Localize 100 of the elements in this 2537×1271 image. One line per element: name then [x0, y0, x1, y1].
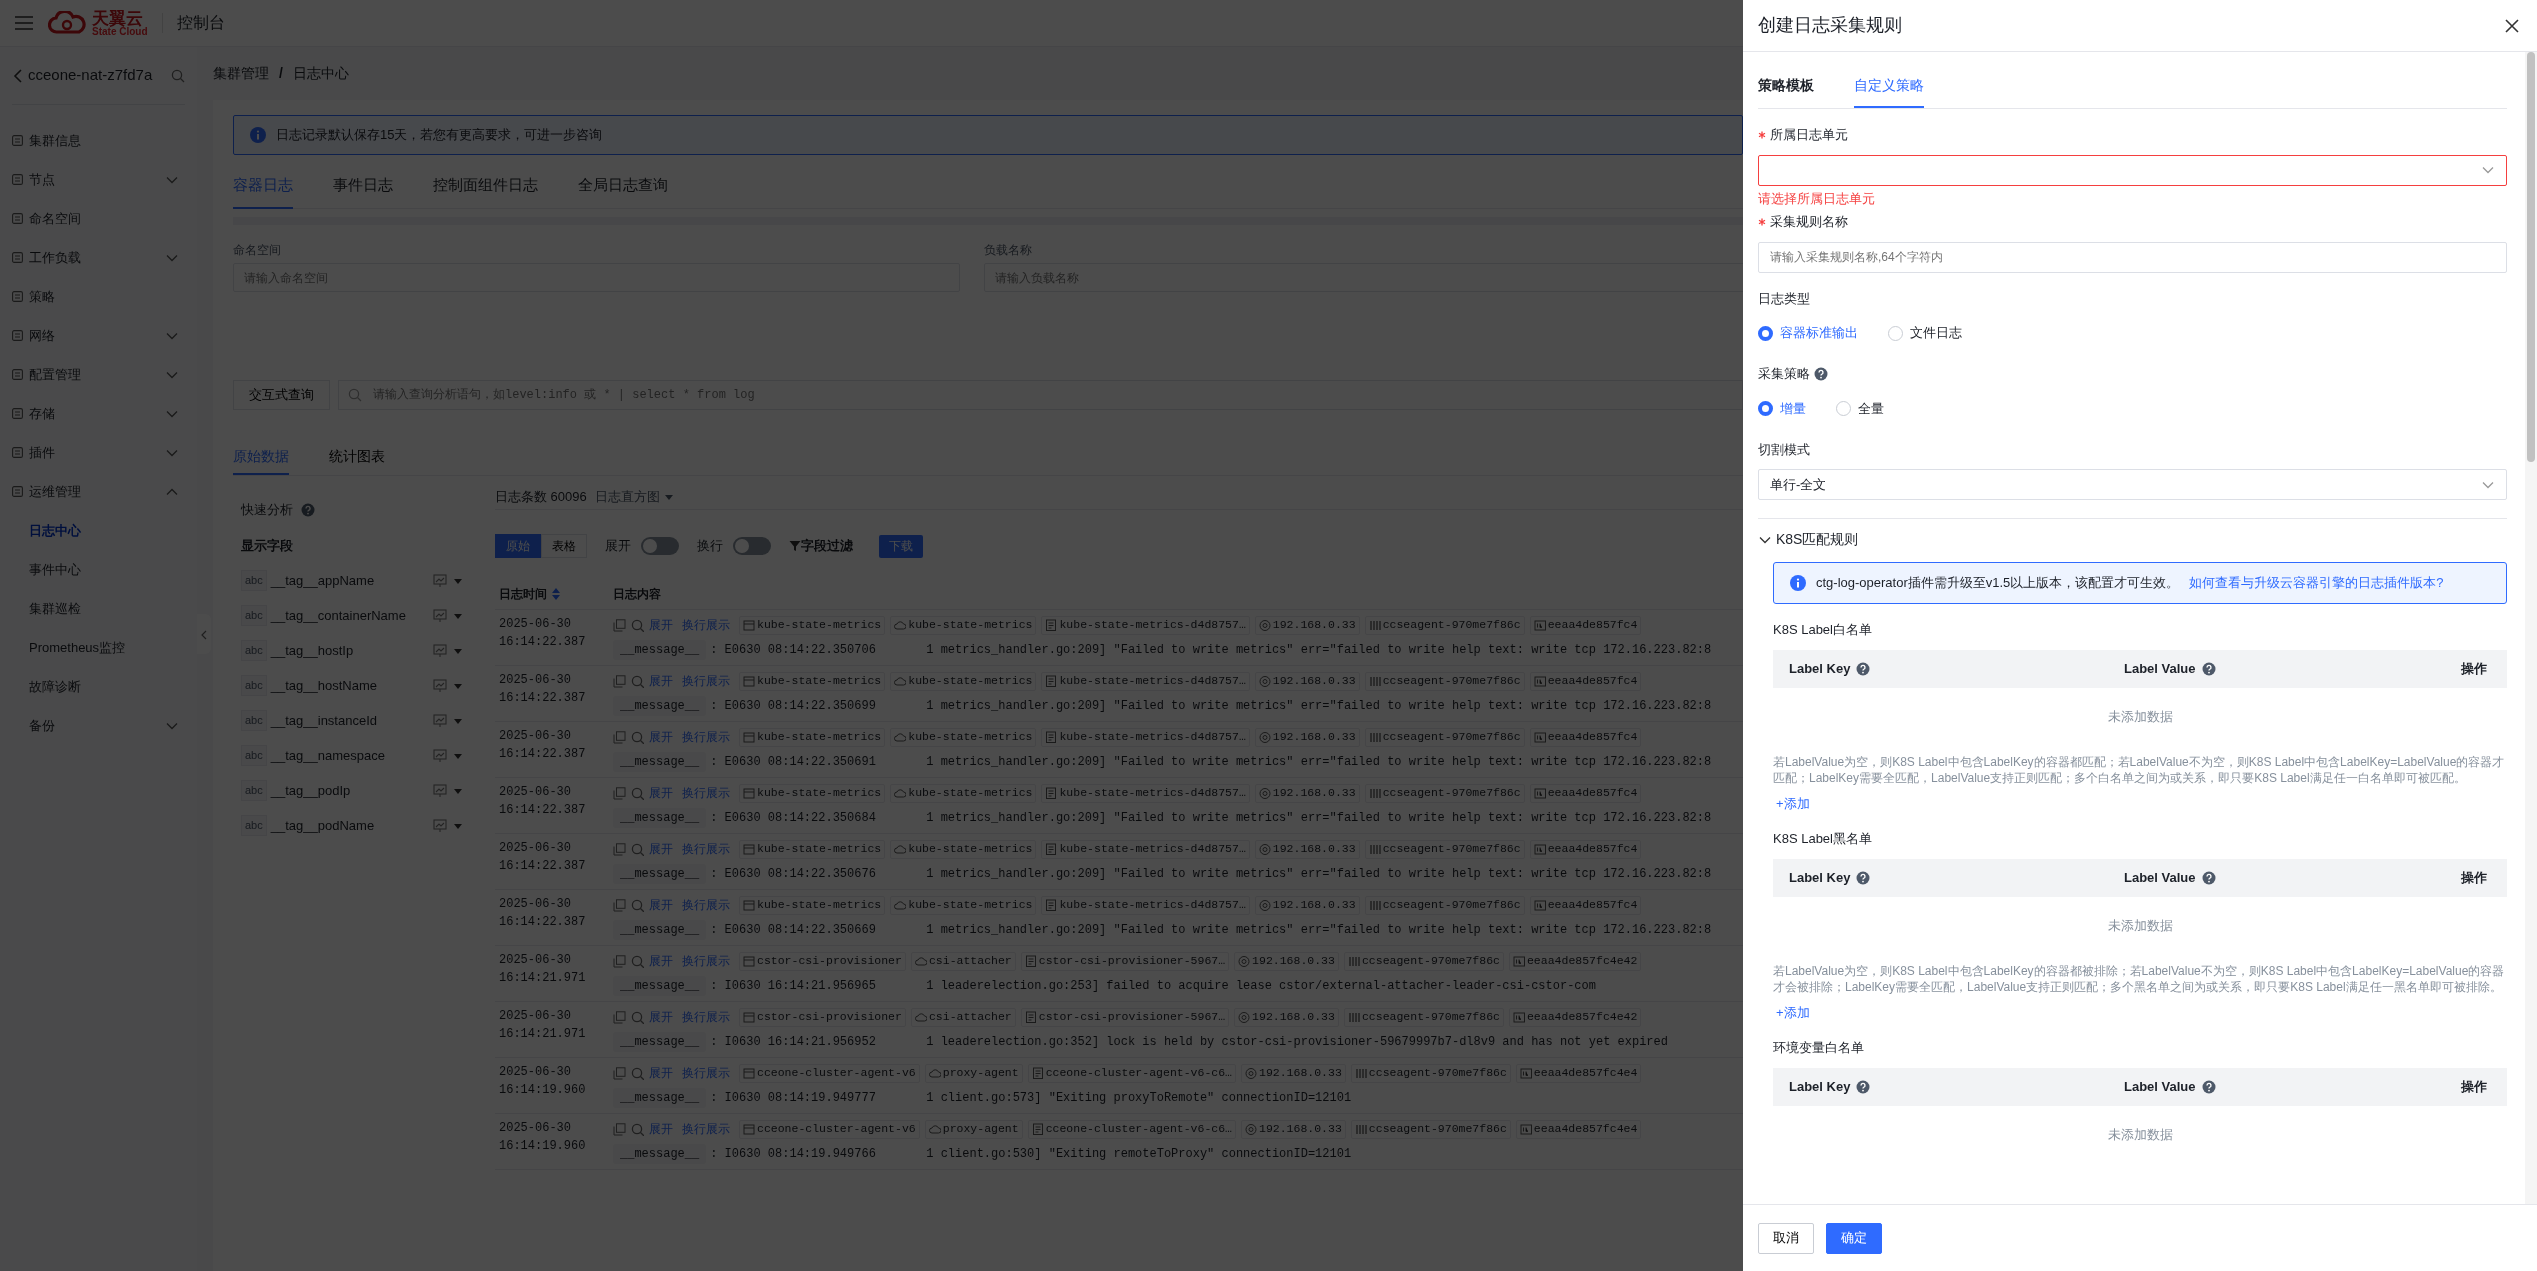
card-icon — [1519, 1066, 1532, 1080]
chart-icon[interactable] — [433, 783, 447, 798]
radio-label[interactable]: 文件日志 — [1910, 323, 1962, 343]
sidebar-subitem[interactable]: 集群巡检 — [0, 589, 197, 628]
input-field[interactable]: 请输入采集规则名称,64个字符内 — [1758, 241, 2507, 273]
view-toggle[interactable]: 表格 — [541, 534, 587, 558]
search-icon[interactable] — [631, 730, 644, 744]
sidebar-item[interactable]: 存储 — [0, 394, 197, 433]
radio-button[interactable] — [1758, 401, 1773, 416]
sidebar-subitem[interactable]: Prometheus监控 — [0, 628, 197, 667]
tag-text: kube-state-metrics — [908, 617, 1033, 634]
column-header: 操作 — [2461, 868, 2487, 887]
search-icon[interactable] — [631, 1010, 644, 1024]
tag-text: kube-state-metrics — [757, 897, 882, 914]
tag-text: ccseagent-970me7f86c — [1382, 673, 1521, 690]
tag-text: eeaa4de857fc4 — [1547, 617, 1638, 634]
copy-icon[interactable] — [613, 618, 626, 632]
tag-text: ccseagent-970me7f86c — [1382, 841, 1521, 858]
copy-icon[interactable] — [613, 786, 626, 800]
search-icon[interactable] — [631, 674, 644, 688]
chart-icon[interactable] — [433, 643, 447, 658]
data-tab[interactable]: 统计图表 — [329, 440, 385, 475]
select-value: 单行-全文 — [1770, 475, 1827, 494]
radio-label[interactable]: 增量 — [1780, 398, 1806, 419]
log-tab[interactable]: 控制面组件日志 — [433, 163, 538, 209]
sidebar-subitem[interactable]: 故障诊断 — [0, 667, 197, 706]
chart-icon[interactable] — [433, 818, 447, 833]
sidebar-item[interactable]: 网络 — [0, 316, 197, 355]
search-icon[interactable] — [631, 954, 644, 968]
select-field[interactable]: 单行-全文 — [1758, 469, 2507, 500]
toggle-switch[interactable] — [733, 537, 771, 555]
back-chevron-icon[interactable] — [12, 67, 24, 84]
chart-icon[interactable] — [433, 748, 447, 763]
sidebar-item[interactable]: 策略 — [0, 277, 197, 316]
copy-icon[interactable] — [613, 1066, 626, 1080]
sidebar-item[interactable]: 工作负载 — [0, 238, 197, 277]
menu-icon[interactable] — [14, 15, 34, 31]
chart-icon[interactable] — [433, 713, 447, 728]
sidebar-item[interactable]: 命名空间 — [0, 199, 197, 238]
search-icon[interactable] — [631, 842, 644, 856]
chart-icon[interactable] — [433, 573, 447, 588]
box-icon — [743, 1010, 755, 1024]
document-icon — [1031, 1066, 1044, 1080]
field-label: 切割模式 — [1758, 440, 1810, 459]
strategy-tab[interactable]: 自定义策略 — [1854, 64, 1924, 108]
scrollbar-thumb[interactable] — [2527, 52, 2535, 462]
field-filter-button[interactable]: 字段过滤 — [789, 536, 853, 556]
search-icon[interactable] — [631, 1122, 644, 1136]
sort-icon[interactable] — [551, 586, 561, 601]
column-header: Label Key — [1789, 868, 1851, 887]
search-icon[interactable] — [631, 898, 644, 912]
search-icon[interactable] — [171, 68, 185, 83]
copy-icon[interactable] — [613, 674, 626, 688]
search-icon[interactable] — [631, 618, 644, 632]
copy-icon[interactable] — [613, 1010, 626, 1024]
empty-text: 未添加数据 — [2107, 1125, 2173, 1144]
radio-label[interactable]: 容器标准输出 — [1780, 323, 1858, 343]
confirm-button[interactable]: 确定 — [1826, 1222, 1882, 1254]
sidebar-item[interactable]: 集群信息 — [0, 121, 197, 160]
toggle-switch[interactable] — [641, 537, 679, 555]
copy-icon[interactable] — [613, 954, 626, 968]
chart-icon[interactable] — [433, 678, 447, 693]
cloud-icon — [894, 618, 907, 632]
sidebar-item[interactable]: 运维管理 — [0, 472, 197, 511]
radio-button[interactable] — [1758, 325, 1773, 341]
tag-text: kube-state-metrics-d4d8757… — [1059, 729, 1246, 746]
search-icon — [348, 388, 362, 402]
strategy-tab[interactable]: 策略模板 — [1758, 64, 1814, 108]
search-icon[interactable] — [631, 1066, 644, 1080]
query-button[interactable]: 交互式查询 — [233, 380, 330, 410]
select-field[interactable] — [1758, 154, 2507, 186]
breadcrumb-item[interactable]: 集群管理 — [213, 63, 269, 84]
tag-text: 192.168.0.33 — [1252, 1009, 1335, 1026]
column-header: 日志时间 — [499, 585, 547, 603]
tag-text: 192.168.0.33 — [1259, 1065, 1342, 1082]
sidebar-subitem[interactable]: 日志中心 — [0, 511, 197, 550]
help-link[interactable]: 如何查看与升级云容器引擎的日志插件版本? — [2189, 573, 2444, 593]
section-toggle[interactable]: K8S匹配规则 — [1758, 529, 1859, 550]
copy-icon[interactable] — [613, 730, 626, 744]
tag-text: csi-attacher — [928, 1009, 1012, 1026]
sidebar-item[interactable]: 节点 — [0, 160, 197, 199]
add-link[interactable]: +添加 — [1776, 793, 1810, 813]
sidebar-subitem[interactable]: 事件中心 — [0, 550, 197, 589]
chart-icon[interactable] — [433, 608, 447, 623]
search-icon[interactable] — [631, 786, 644, 800]
copy-icon[interactable] — [613, 1122, 626, 1136]
section-label: 快速分析 — [241, 501, 293, 519]
log-tab[interactable]: 事件日志 — [333, 163, 393, 209]
tag-text: kube-state-metrics-d4d8757… — [1059, 841, 1246, 858]
sidebar-item[interactable]: 插件 — [0, 433, 197, 472]
radio-label[interactable]: 全量 — [1858, 398, 1884, 419]
copy-icon[interactable] — [613, 898, 626, 912]
cancel-button[interactable]: 取消 — [1758, 1222, 1814, 1254]
add-link[interactable]: +添加 — [1776, 1002, 1810, 1022]
sidebar-item[interactable]: 备份 — [0, 706, 197, 745]
tag-text: 192.168.0.33 — [1272, 841, 1356, 858]
sidebar-item[interactable]: 配置管理 — [0, 355, 197, 394]
log-tab[interactable]: 全局日志查询 — [578, 163, 668, 209]
bars-icon — [1368, 618, 1381, 632]
copy-icon[interactable] — [613, 842, 626, 856]
